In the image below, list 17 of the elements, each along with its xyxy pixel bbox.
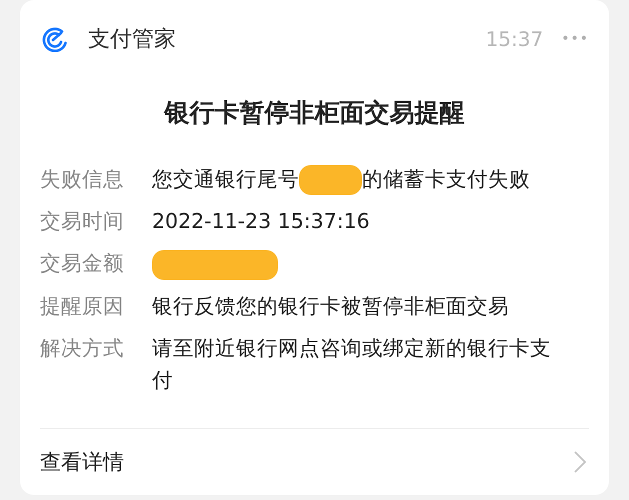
field-value: 的储蓄卡支付失败: [362, 167, 530, 191]
field-label: 失败信息: [40, 166, 125, 193]
field-value: 您交通银行尾号: [152, 167, 299, 191]
field-label: 交易时间: [40, 208, 125, 236]
app-name: 支付管家: [88, 26, 177, 54]
field-value: 银行反馈您的银行卡被暂停非柜面交易: [152, 294, 509, 318]
chevron-right-icon[interactable]: [573, 450, 587, 474]
field-label: 提醒原因: [40, 292, 125, 320]
notification-title: 银行卡暂停非柜面交易提醒: [162, 97, 466, 129]
logo-icon: [42, 26, 68, 52]
field-label: 交易金额: [40, 250, 125, 278]
field-label: 解决方式: [40, 334, 125, 362]
field-value: 2022-11-23 15:37:16: [152, 209, 370, 234]
details-link[interactable]: 查看详情: [40, 448, 124, 476]
field-value: 请至附近银行网点咨询或绑定新的银行卡支付: [152, 336, 551, 392]
redaction-mark: [299, 165, 362, 196]
timestamp: 15:37: [486, 27, 544, 51]
